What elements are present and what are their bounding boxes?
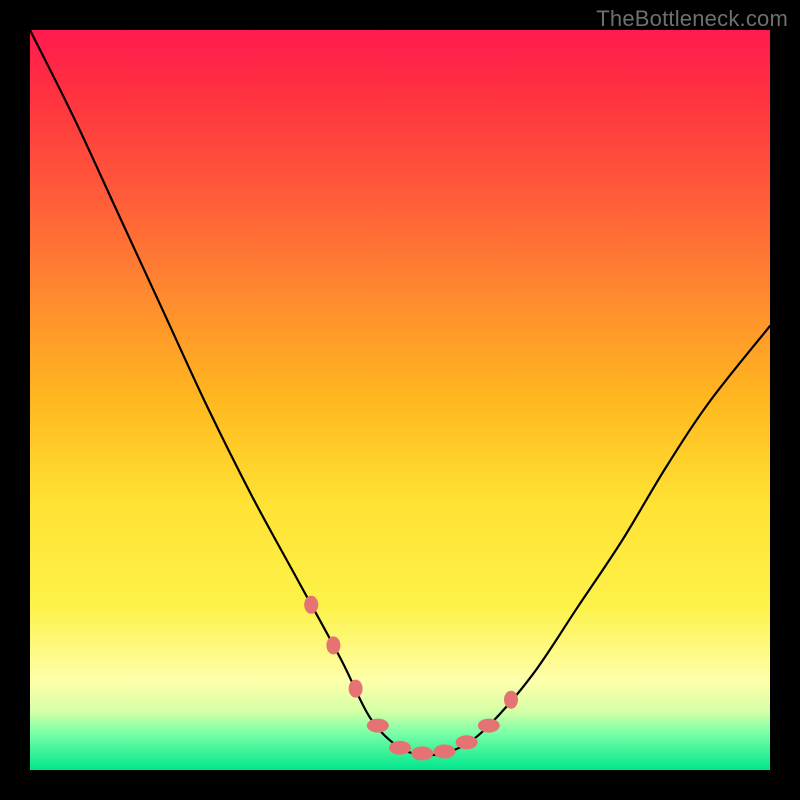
curve-marker: [504, 691, 518, 709]
watermark-text: TheBottleneck.com: [596, 6, 788, 32]
curve-marker: [433, 745, 455, 759]
chart-container: TheBottleneck.com: [0, 0, 800, 800]
curve-marker: [411, 746, 433, 760]
curve-marker: [304, 596, 318, 614]
plot-area: [30, 30, 770, 770]
curve-marker: [389, 741, 411, 755]
curve-markers: [304, 596, 518, 761]
curve-svg: [30, 30, 770, 770]
curve-marker: [478, 719, 500, 733]
curve-marker: [326, 636, 340, 654]
curve-marker: [349, 680, 363, 698]
bottleneck-curve-line: [30, 30, 770, 755]
curve-marker: [367, 719, 389, 733]
curve-marker: [456, 735, 478, 749]
